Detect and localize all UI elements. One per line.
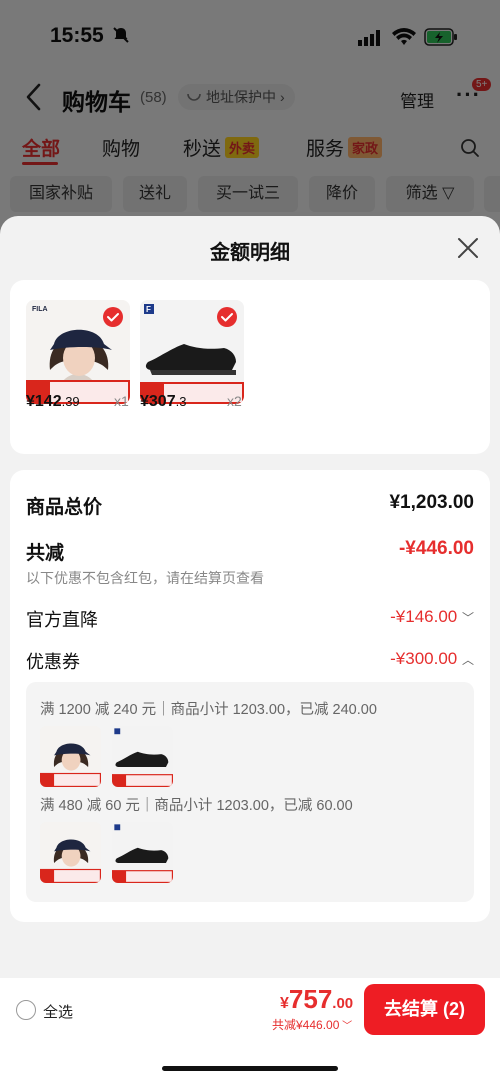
price-main: ¥307 — [140, 393, 176, 410]
price-summary-card: 商品总价 ¥1,203.00 共减 -¥446.00 以下优惠不包含红包，请在结… — [10, 470, 490, 922]
brand-logo: FILA — [32, 306, 48, 313]
chevron-down-icon: ﹀ — [461, 611, 474, 625]
official-discount-row[interactable]: -¥146.00 ﹀ — [390, 607, 474, 627]
total-price-value: ¥1,203.00 — [389, 492, 474, 513]
discount-value: -¥446.00 — [398, 538, 474, 559]
checkout-bar: 全选 ¥757.00 共减¥446.00 ﹀ 去结算 (2) — [0, 978, 500, 1084]
selected-products-card: FILA ¥142.39 x1 F ¥307.3 x2 — [10, 280, 490, 454]
price-decimal: .3 — [175, 394, 187, 409]
checkout-button[interactable]: 去结算 (2) — [364, 984, 485, 1035]
sheet-title: 金额明细 — [210, 242, 290, 264]
coupon-label: 优惠券 — [26, 652, 80, 672]
dim-overlay[interactable] — [0, 0, 500, 240]
official-discount-label: 官方直降 — [26, 610, 98, 630]
currency-symbol: ¥ — [280, 995, 289, 1012]
product-quantity: x2 — [227, 393, 242, 409]
coupon-value: -¥300.00 — [390, 649, 458, 668]
amount-integer: 757 — [288, 984, 333, 1014]
select-all-radio[interactable] — [16, 1000, 36, 1020]
close-icon[interactable] — [456, 236, 480, 265]
saved-label: 共减¥446.00 — [272, 1018, 340, 1032]
saved-amount[interactable]: 共减¥446.00 ﹀ — [272, 1016, 352, 1033]
home-indicator — [162, 1066, 338, 1071]
select-all-label[interactable]: 全选 — [43, 1001, 73, 1022]
coupon-row[interactable]: -¥300.00 ︿ — [390, 649, 474, 669]
amount-decimal: .00 — [332, 995, 354, 1012]
product-thumb-shoe — [112, 726, 173, 787]
product-price: ¥307.3 — [140, 393, 186, 411]
product-image-shoe: F — [140, 300, 244, 404]
product-price: ¥142.39 — [26, 393, 80, 411]
chevron-down-icon: ﹀ — [339, 1021, 353, 1032]
official-discount-value: -¥146.00 — [390, 607, 458, 626]
product-image-cap: FILA — [26, 300, 130, 404]
amount-detail-sheet: 金额明细 FILA ¥142.39 x1 F ¥307.3 x2 商品总价 ¥1… — [0, 216, 500, 1084]
discount-note: 以下优惠不包含红包，请在结算页查看 — [26, 570, 264, 586]
product-thumb-shoe — [112, 822, 173, 883]
discount-label: 共减 — [26, 543, 65, 564]
price-decimal: .39 — [61, 394, 80, 409]
selected-check-icon[interactable] — [216, 306, 238, 333]
product-item[interactable]: FILA — [26, 300, 130, 404]
brand-logo: F — [146, 305, 151, 314]
product-thumb-cap — [40, 726, 101, 787]
coupon-details: 满 1200 减 240 元｜商品小计 1203.00，已减 240.00 满 … — [26, 682, 474, 902]
selected-check-icon[interactable] — [102, 306, 124, 333]
product-thumb-cap — [40, 822, 101, 883]
total-amount: ¥757.00 — [280, 984, 353, 1015]
coupon-rule: 满 480 减 60 元｜商品小计 1203.00，已减 60.00 — [40, 798, 353, 814]
product-item[interactable]: F — [140, 300, 244, 404]
price-main: ¥142 — [26, 393, 62, 410]
product-quantity: x1 — [114, 393, 129, 409]
chevron-up-icon: ︿ — [461, 653, 474, 667]
total-price-label: 商品总价 — [26, 497, 103, 518]
coupon-rule: 满 1200 减 240 元｜商品小计 1203.00，已减 240.00 — [40, 702, 377, 718]
